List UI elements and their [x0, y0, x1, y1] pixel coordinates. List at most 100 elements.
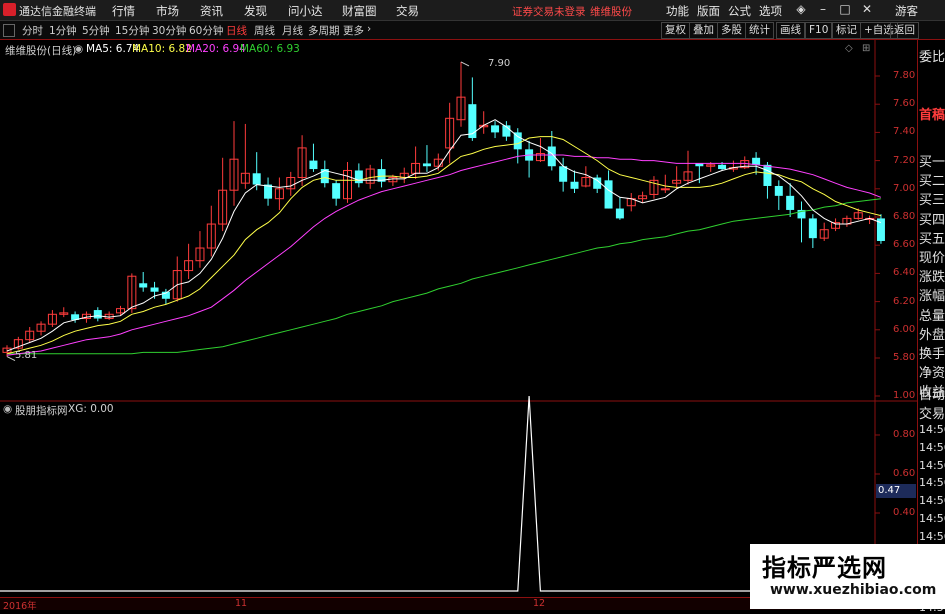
indicator-tick-label: 0.40	[893, 506, 916, 518]
ma10-line	[6, 136, 882, 355]
trade-login-status[interactable]: 证券交易未登录	[512, 4, 586, 19]
candle-body	[139, 283, 148, 288]
tick-time: 14:56	[919, 458, 945, 472]
candle-body	[559, 166, 568, 182]
app-name: 通达信金融终端	[19, 5, 96, 18]
period-15min[interactable]: 15分钟	[115, 23, 149, 38]
candle-body	[808, 218, 817, 239]
low-marker	[6, 356, 16, 362]
price-tick-label: 7.60	[893, 98, 916, 110]
watermark-title: 指标严选网	[762, 554, 887, 582]
quote-field-label: 涨跌	[919, 270, 945, 286]
menu-ask[interactable]: 问小达	[288, 3, 323, 19]
period-more[interactable]: 更多	[343, 23, 364, 38]
multi-stock-button[interactable]: 多股	[717, 22, 746, 39]
date-label-nov: 11	[235, 598, 248, 609]
menu-wealth-circle[interactable]: 财富圈	[342, 3, 377, 19]
candle-body	[774, 185, 783, 196]
price-tick-label: 6.60	[893, 239, 916, 251]
candle-body	[786, 195, 795, 210]
overlay-button[interactable]: 叠加	[689, 22, 718, 39]
quote-field-label: 总量	[919, 308, 945, 324]
menu-discover[interactable]: 发现	[244, 3, 267, 19]
quote-field-label: 买四	[919, 212, 945, 228]
quote-field-label: 买二	[919, 174, 945, 190]
back-button[interactable]: 返回	[890, 22, 919, 39]
first-tab-label: 首稿	[919, 108, 945, 123]
candle-body	[491, 125, 500, 133]
adjust-button[interactable]: 复权	[661, 22, 690, 39]
period-5min[interactable]: 5分钟	[82, 23, 110, 38]
period-intraday[interactable]: 分时	[22, 23, 43, 38]
candle-body	[763, 164, 772, 186]
period-daily[interactable]: 日线	[226, 23, 247, 38]
period-multi[interactable]: 多周期	[308, 23, 340, 38]
candle-body	[615, 208, 624, 219]
ma60-legend: MA60: 6.93	[240, 43, 300, 55]
app-logo-icon	[3, 3, 16, 16]
indicator-toggle-icon[interactable]: ◉	[3, 403, 12, 415]
auto-trade-label[interactable]: 自动	[919, 384, 945, 403]
maximize-icon[interactable]: □	[836, 2, 854, 18]
f10-button[interactable]: F10	[805, 22, 833, 39]
period-weekly[interactable]: 周线	[254, 23, 275, 38]
ma20-line	[6, 154, 882, 356]
panel-toggle-icon[interactable]	[3, 24, 15, 37]
indicator-value: XG: 0.00	[68, 403, 114, 415]
tick-time: 14:56	[919, 529, 945, 543]
candle-body	[93, 310, 102, 319]
period-30min[interactable]: 30分钟	[152, 23, 186, 38]
price-tick-label: 7.40	[893, 126, 916, 138]
ma10-legend: MA10: 6.82	[132, 43, 192, 55]
period-60min[interactable]: 60分钟	[189, 23, 223, 38]
quote-field-label: 外盘	[919, 327, 945, 343]
settings-diamond-icon[interactable]: ◇	[845, 43, 853, 54]
period-monthly[interactable]: 月线	[282, 23, 303, 38]
price-tick-label: 7.80	[893, 70, 916, 81]
ma5-line	[6, 119, 882, 352]
mark-button[interactable]: 标记	[832, 22, 861, 39]
menu-functions[interactable]: 功能	[666, 3, 689, 19]
menu-market[interactable]: 市场	[156, 3, 179, 19]
candle-body	[660, 188, 670, 191]
price-tick-label: 6.80	[893, 211, 916, 222]
date-label-dec: 12	[533, 598, 546, 609]
menu-market-quotes[interactable]: 行情	[112, 3, 135, 19]
chevron-right-icon[interactable]: ›	[367, 23, 371, 35]
low-price-label: 5.81	[15, 350, 38, 361]
menu-layout[interactable]: 版面	[697, 3, 720, 19]
legend-toggle-icon[interactable]: ◉	[74, 43, 83, 55]
indicator-tick-label: 0.80	[893, 428, 916, 440]
guest-label[interactable]: 游客	[895, 3, 918, 19]
indicator-tick-label: 0.60	[893, 467, 916, 479]
statistics-button[interactable]: 统计	[745, 22, 774, 39]
candle-body	[422, 163, 431, 167]
tick-time: 14:56	[919, 423, 945, 436]
quote-field-label: 换手	[919, 347, 945, 362]
minimize-icon[interactable]: –	[814, 2, 832, 18]
price-tick-label: 5.80	[893, 352, 916, 363]
close-icon[interactable]: ✕	[858, 2, 876, 18]
candle-body	[513, 132, 522, 150]
tick-time: 14:56	[919, 494, 945, 508]
quote-field-label: 现价	[919, 251, 945, 266]
menu-trade[interactable]: 交易	[396, 3, 419, 19]
price-tick-label: 6.00	[893, 323, 916, 335]
draw-line-button[interactable]: 画线	[776, 22, 805, 39]
menu-news[interactable]: 资讯	[200, 3, 223, 19]
menu-formula[interactable]: 公式	[728, 3, 751, 19]
trade-label[interactable]: 交易	[919, 403, 945, 422]
quote-field-label: 涨幅	[919, 289, 945, 305]
period-1min[interactable]: 1分钟	[49, 23, 77, 38]
menu-options[interactable]: 选项	[759, 3, 782, 19]
kline-chart[interactable]	[0, 40, 917, 597]
indicator-name: 股朋指标网	[15, 405, 68, 417]
skin-icon[interactable]: ◈	[792, 2, 810, 18]
quote-field-label: 净资	[919, 366, 945, 382]
candle-body	[752, 157, 761, 165]
candle-body	[332, 183, 341, 199]
panel-expand-icon[interactable]: ⊞	[862, 43, 870, 54]
order-ratio-label: 委比	[919, 50, 945, 65]
candle-body	[604, 180, 613, 209]
tick-time: 14:56	[919, 512, 945, 525]
